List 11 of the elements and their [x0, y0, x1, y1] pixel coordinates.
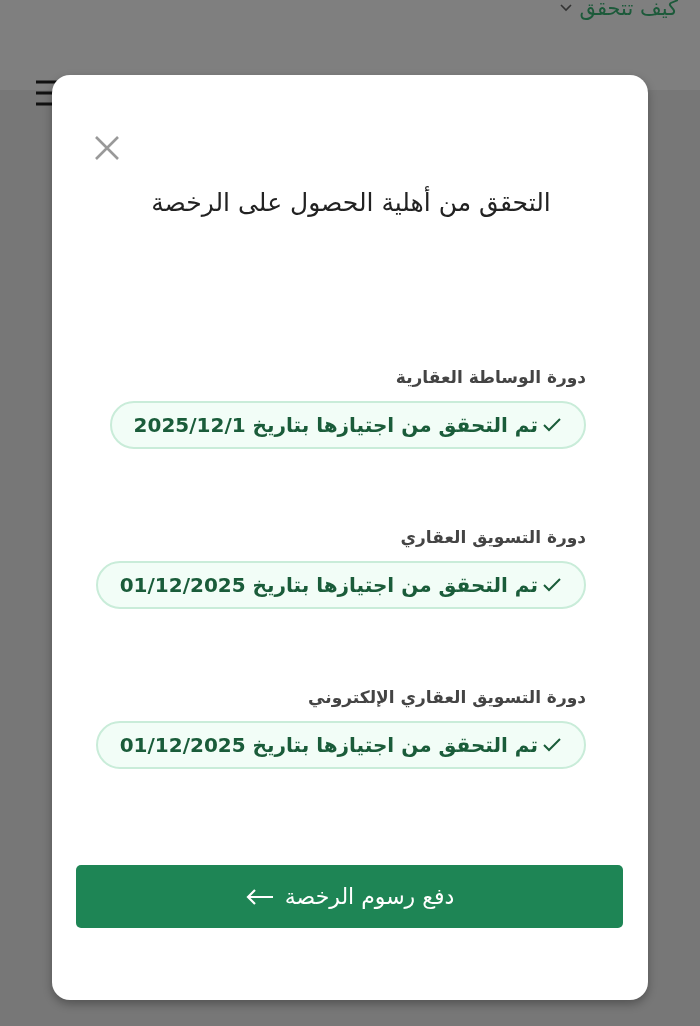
status-badge: تم التحقق من اجتيازها بتاريخ 01/12/2025 — [95, 561, 586, 609]
pay-fee-button[interactable]: دفع رسوم الرخصة — [76, 865, 623, 928]
status-badge: تم التحقق من اجتيازها بتاريخ 01/12/2025 — [95, 721, 586, 769]
course-label: دورة التسويق العقاري — [400, 527, 586, 547]
arrow-left-icon — [244, 887, 275, 906]
close-icon[interactable] — [94, 135, 120, 161]
status-badge: تم التحقق من اجتيازها بتاريخ 2025/12/1 — [109, 401, 586, 449]
dialog-title: التحقق من أهلية الحصول على الرخصة — [150, 188, 552, 217]
chevron-down-icon — [559, 3, 574, 13]
course-label: دورة الوساطة العقارية — [395, 367, 586, 387]
course-label: دورة التسويق العقاري الإلكتروني — [308, 687, 586, 707]
